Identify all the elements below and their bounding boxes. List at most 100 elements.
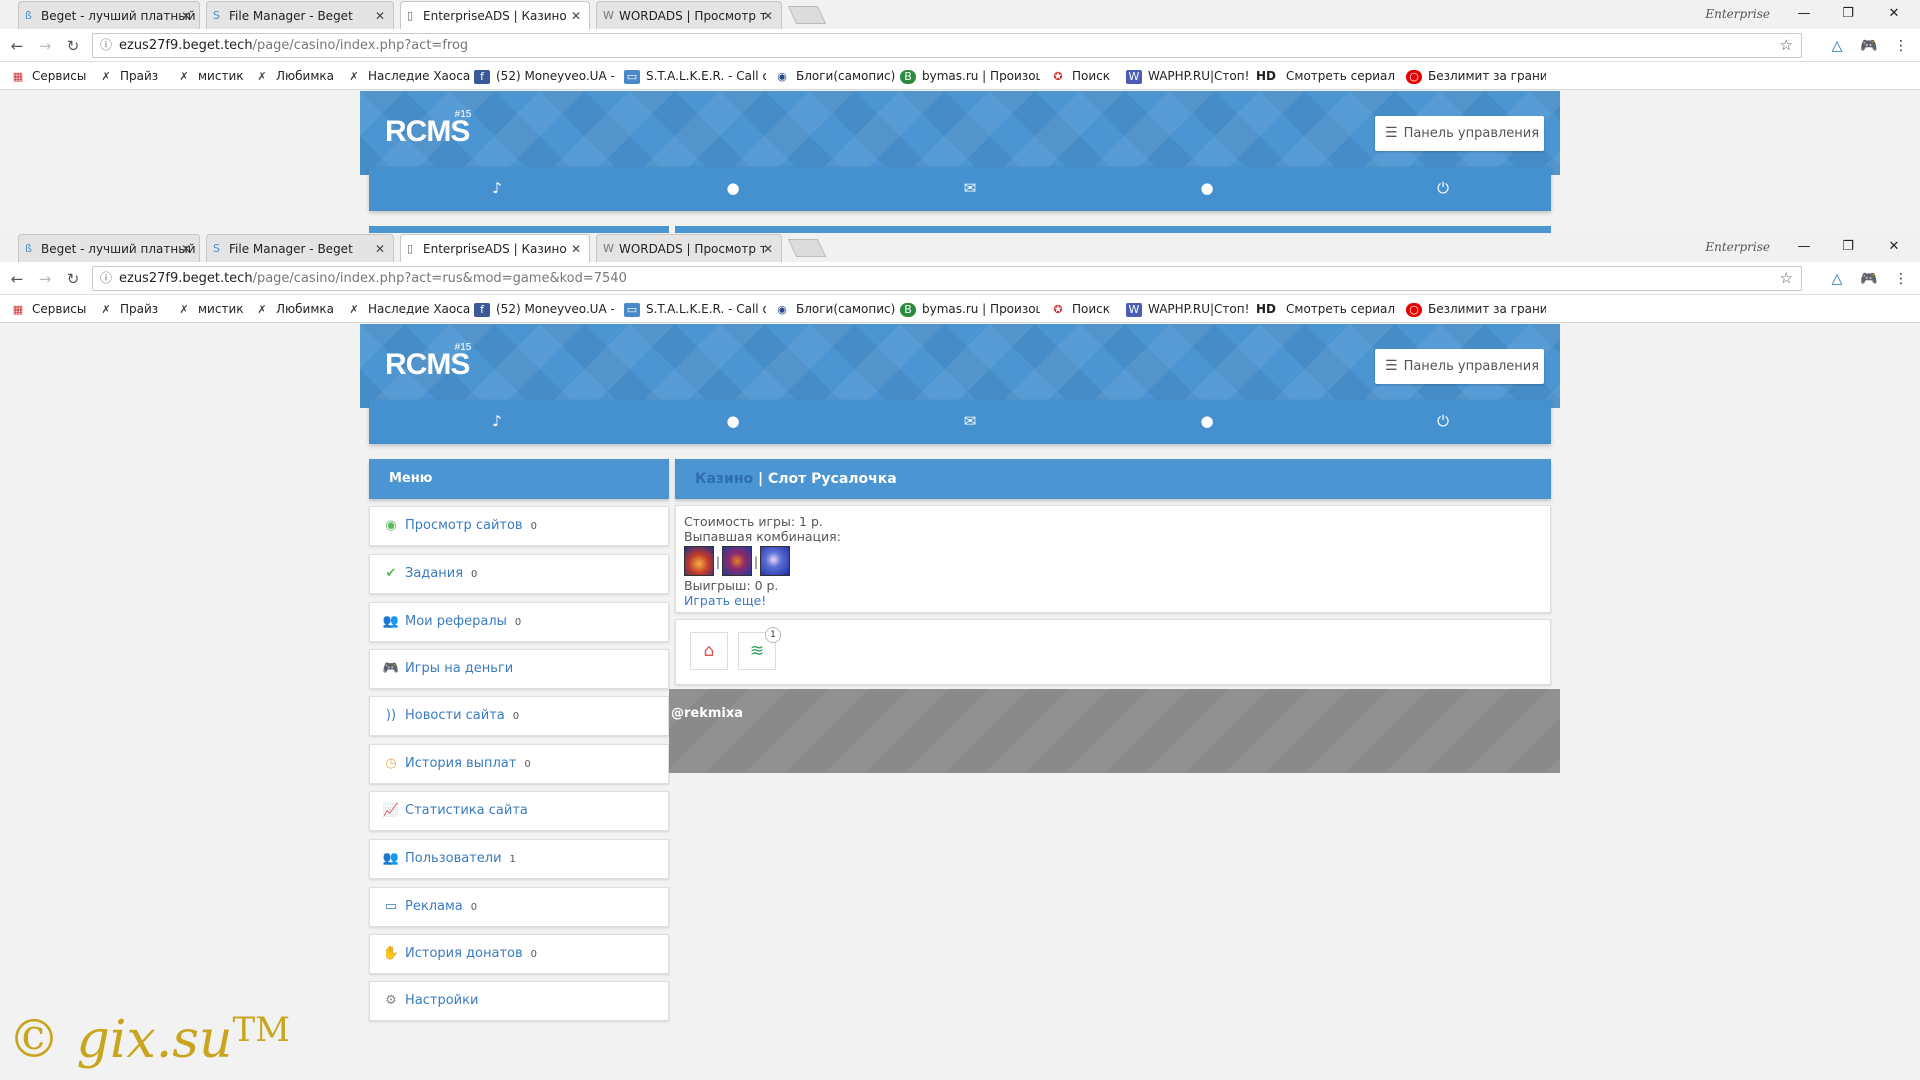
restore-icon[interactable]: ❐ — [1828, 233, 1868, 261]
close-icon[interactable]: ✕ — [375, 2, 385, 29]
mail-icon[interactable]: ✉ — [958, 179, 982, 197]
minimize-icon[interactable]: — — [1784, 233, 1824, 261]
bookmark-bymas[interactable]: Bbymas.ru | Произош — [900, 295, 1040, 323]
reload-icon[interactable]: ↻ — [62, 268, 84, 290]
close-icon[interactable]: ✕ — [375, 235, 385, 262]
extension-icon[interactable]: △ — [1826, 35, 1848, 57]
bookmark-bymas[interactable]: Bbymas.ru | Произош — [900, 62, 1040, 90]
restore-icon[interactable]: ❐ — [1828, 0, 1868, 28]
bookmark-mystic[interactable]: ✗ мистик — [176, 62, 243, 90]
home-button[interactable]: ⌂ — [690, 632, 728, 670]
close-icon[interactable]: ✕ — [571, 235, 581, 262]
address-bar[interactable]: ⓘ ezus27f9.beget.tech/page/casino/index.… — [92, 33, 1802, 58]
bookmark-services[interactable]: ▦ Сервисы — [10, 295, 87, 323]
forward-icon[interactable]: → — [34, 268, 56, 290]
bookmark-moneyveo[interactable]: f (52) Moneyveo.UA - — [474, 62, 614, 90]
menu-item-money-games[interactable]: 🎮 Игры на деньги — [369, 649, 669, 689]
bookmark-blogs[interactable]: ◉ Блоги(самопис) — [774, 295, 895, 323]
bookmark-chaos[interactable]: ✗ Наследие Хаоса — [346, 62, 470, 90]
tab-file-manager[interactable]: S File Manager - Beget ✕ — [206, 1, 394, 29]
breadcrumb-casino[interactable]: Казино — [695, 471, 753, 487]
bookmark-search[interactable]: ✪ Поиск — [1050, 62, 1110, 90]
forward-icon[interactable]: → — [34, 35, 56, 57]
close-icon[interactable]: ✕ — [763, 2, 773, 29]
minimize-icon[interactable]: — — [1784, 0, 1824, 28]
bookmark-mystic[interactable]: ✗ мистик — [176, 295, 243, 323]
menu-item-ads[interactable]: ▭ Реклама 0 — [369, 887, 669, 927]
user-icon[interactable]: ● — [721, 412, 745, 430]
bookmark-chaos[interactable]: ✗ Наследие Хаоса — [346, 295, 470, 323]
bookmark-stalker[interactable]: ▭ S.T.A.L.K.E.R. - Call of — [624, 62, 766, 90]
tab-file-manager[interactable]: S File Manager - Beget ✕ — [206, 234, 394, 262]
close-icon[interactable]: ✕ — [181, 2, 191, 29]
tab-beget[interactable]: ß Beget - лучший платный ✕ — [18, 234, 200, 262]
new-tab-button[interactable] — [787, 6, 827, 24]
bookmark-lyubimka[interactable]: ✗ Любимка — [254, 295, 334, 323]
profile-name[interactable]: Enterprise — [1705, 0, 1770, 28]
bookmark-stalker[interactable]: ▭ S.T.A.L.K.E.R. - Call of — [624, 295, 766, 323]
bookmark-waphp[interactable]: W WAPHP.RU|Стоп! — [1126, 62, 1249, 90]
bookmark-moneyveo[interactable]: f (52) Moneyveo.UA - — [474, 295, 614, 323]
bookmark-waphp[interactable]: W WAPHP.RU|Стоп! — [1126, 295, 1249, 323]
reload-icon[interactable]: ↻ — [62, 35, 84, 57]
bookmark-prize[interactable]: ✗ Прайз — [98, 62, 158, 90]
bookmark-services[interactable]: ▦ Сервисы — [10, 62, 87, 90]
menu-dots-icon[interactable]: ⋮ — [1890, 268, 1912, 290]
site-logo[interactable]: RCMS #15 — [385, 109, 471, 149]
bell-icon[interactable]: ♪ — [485, 412, 509, 430]
menu-item-payout-history[interactable]: ◷ История выплат 0 — [369, 744, 669, 784]
menu-item-site-views[interactable]: ◉ Просмотр сайтов 0 — [369, 506, 669, 546]
tab-enterprise-ads[interactable]: ▯ EnterpriseADS | Казино ✕ — [400, 1, 590, 29]
back-icon[interactable]: ← — [6, 268, 28, 290]
bookmark-prize[interactable]: ✗ Прайз — [98, 295, 158, 323]
mail-icon[interactable]: ✉ — [958, 412, 982, 430]
bookmark-star-icon[interactable]: ☆ — [1780, 267, 1793, 290]
bookmark-unlimited[interactable]: ○ Безлимит за грани — [1406, 62, 1546, 90]
bookmark-lyubimka[interactable]: ✗ Любимка — [254, 62, 334, 90]
control-panel-button[interactable]: ☰ Панель управления — [1375, 349, 1544, 384]
menu-item-statistics[interactable]: 📈 Статистика сайта — [369, 791, 669, 831]
close-window-icon[interactable]: ✕ — [1874, 233, 1914, 261]
gamepad-icon[interactable]: 🎮 — [1858, 35, 1880, 57]
control-panel-button[interactable]: ☰ Панель управления — [1375, 116, 1544, 151]
bookmark-star-icon[interactable]: ☆ — [1780, 34, 1793, 57]
close-icon[interactable]: ✕ — [181, 235, 191, 262]
address-bar[interactable]: ⓘ ezus27f9.beget.tech/page/casino/index.… — [92, 266, 1802, 291]
play-again-link[interactable]: Играть еще! — [684, 593, 1542, 608]
power-icon[interactable]: ⏻ — [1431, 179, 1455, 197]
menu-item-users[interactable]: 👥 Пользователи 1 — [369, 839, 669, 879]
tab-enterprise-ads[interactable]: ▯ EnterpriseADS | Казино ✕ — [400, 234, 590, 262]
menu-item-tasks[interactable]: ✔ Задания 0 — [369, 554, 669, 594]
menu-item-referrals[interactable]: 👥 Мои рефералы 0 — [369, 602, 669, 642]
tab-beget[interactable]: ß Beget - лучший платный ✕ — [18, 1, 200, 29]
chat-bubble-icon[interactable]: ● — [1195, 412, 1219, 430]
site-logo[interactable]: RCMS #15 — [385, 342, 471, 382]
info-icon[interactable]: ⓘ — [100, 267, 112, 290]
tab-wordads[interactable]: W WORDADS | Просмотр т ✕ — [596, 234, 782, 262]
bookmark-search[interactable]: ✪ Поиск — [1050, 295, 1110, 323]
bookmark-serial[interactable]: HD Смотреть сериал Г — [1256, 295, 1396, 323]
profile-name[interactable]: Enterprise — [1705, 233, 1770, 261]
online-button[interactable]: ≋ 1 — [738, 627, 781, 670]
tab-wordads[interactable]: W WORDADS | Просмотр т ✕ — [596, 1, 782, 29]
extension-icon[interactable]: △ — [1826, 268, 1848, 290]
new-tab-button[interactable] — [787, 239, 827, 257]
menu-item-donation-history[interactable]: ✋ История донатов 0 — [369, 934, 669, 974]
close-icon[interactable]: ✕ — [763, 235, 773, 262]
close-window-icon[interactable]: ✕ — [1874, 0, 1914, 28]
bookmark-blogs[interactable]: ◉ Блоги(самопис) — [774, 62, 895, 90]
chat-bubble-icon[interactable]: ● — [1195, 179, 1219, 197]
menu-item-news[interactable]: )) Новости сайта 0 — [369, 696, 669, 736]
menu-dots-icon[interactable]: ⋮ — [1890, 35, 1912, 57]
bookmark-unlimited[interactable]: ○ Безлимит за грани — [1406, 295, 1546, 323]
bookmark-serial[interactable]: HD Смотреть сериал Г — [1256, 62, 1396, 90]
back-icon[interactable]: ← — [6, 35, 28, 57]
menu-item-settings[interactable]: ⚙ Настройки — [369, 981, 669, 1021]
close-icon[interactable]: ✕ — [571, 2, 581, 29]
bell-icon[interactable]: ♪ — [485, 179, 509, 197]
user-icon[interactable]: ● — [721, 179, 745, 197]
info-icon[interactable]: ⓘ — [100, 34, 112, 57]
power-icon[interactable]: ⏻ — [1431, 412, 1455, 430]
gamepad-icon[interactable]: 🎮 — [1858, 268, 1880, 290]
beget-icon: ß — [25, 242, 32, 255]
